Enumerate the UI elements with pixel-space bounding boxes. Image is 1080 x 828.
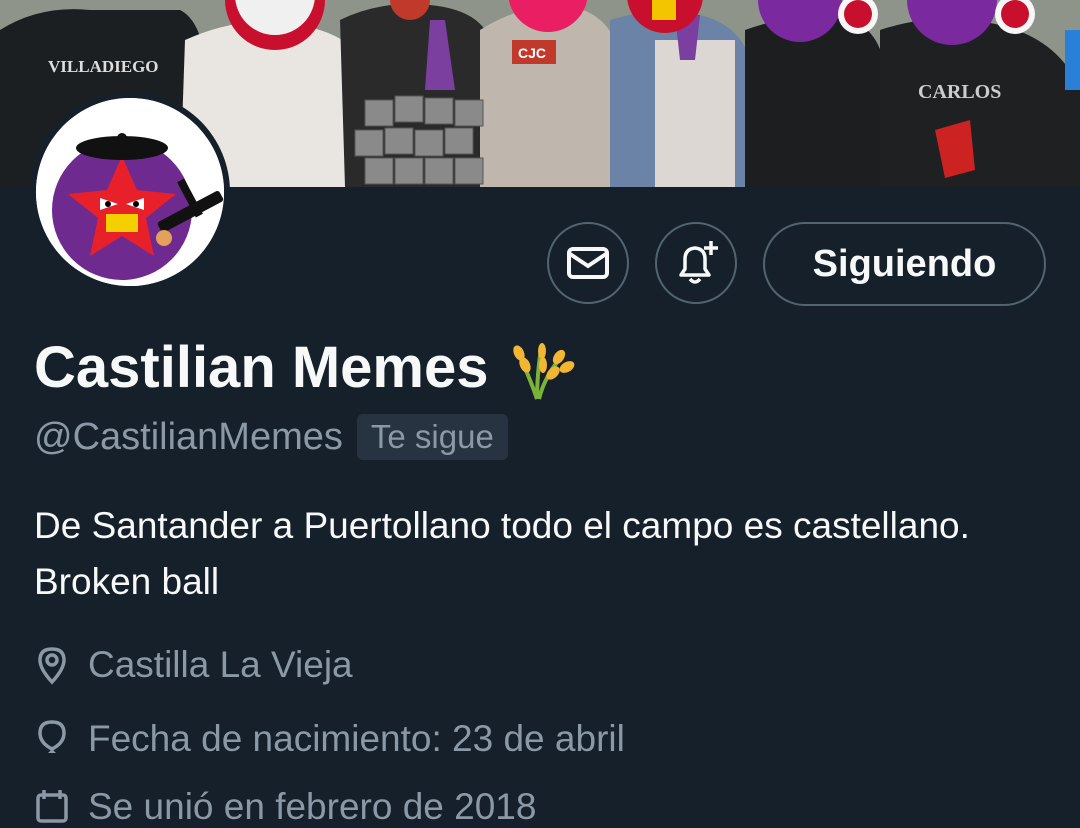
location-pin-icon — [38, 647, 66, 685]
location-text: Castilla La Vieja — [88, 644, 353, 685]
banner-shirt-text: CARLOS — [918, 81, 1001, 103]
joined-text: Se unió en febrero de 2018 — [88, 786, 537, 827]
banner-shirt-text: CJC — [518, 45, 546, 61]
bell-plus-icon — [679, 241, 718, 284]
profile-avatar[interactable] — [30, 92, 230, 292]
profile-name-row: Castilian Memes — [34, 334, 577, 401]
username: @CastilianMemes — [34, 415, 343, 458]
joined-row: Se unió en febrero de 2018 — [34, 786, 536, 828]
envelope-icon — [567, 247, 609, 279]
birthday-row: Fecha de nacimiento: 23 de abril — [34, 718, 625, 760]
display-name: Castilian Memes — [34, 335, 489, 400]
follows-you-badge: Te sigue — [356, 414, 508, 460]
handle-row: @CastilianMemes Te sigue — [34, 414, 508, 460]
notifications-button[interactable] — [655, 222, 737, 304]
balloon-icon — [38, 720, 66, 753]
birthday-text: Fecha de nacimiento: 23 de abril — [88, 718, 625, 759]
sheaf-of-rice-icon — [512, 342, 574, 400]
following-button[interactable]: Siguiendo — [763, 222, 1046, 306]
banner-shirt-text: VILLADIEGO — [48, 57, 159, 76]
location-row: Castilla La Vieja — [34, 644, 353, 686]
countryball-avatar-image — [36, 98, 224, 286]
profile-bio: De Santander a Puertollano todo el campo… — [34, 505, 970, 602]
calendar-icon — [36, 790, 68, 823]
message-button[interactable] — [547, 222, 629, 304]
